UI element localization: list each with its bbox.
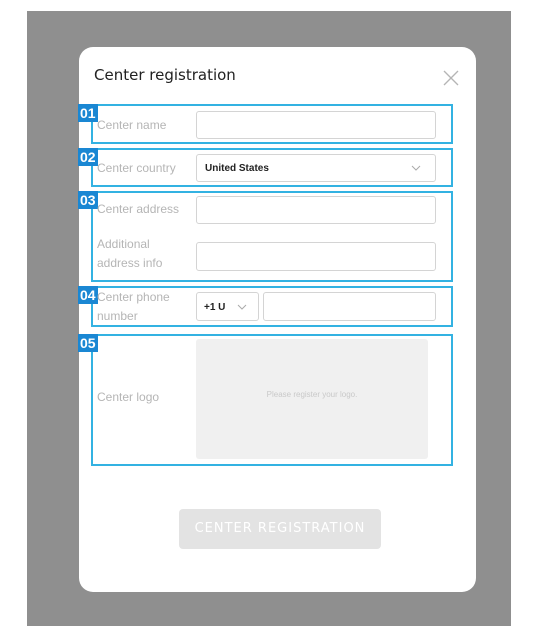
center-address-label: Center address [97,202,180,216]
center-address-input[interactable] [196,196,436,224]
center-phone-label: Center phone number [97,290,170,323]
selected-country: United States [205,163,269,174]
center-logo-label: Center logo [97,390,160,404]
chevron-down-icon [237,304,247,310]
logo-upload-area[interactable]: Please register your logo. [196,339,428,459]
additional-address-input[interactable] [196,242,436,271]
additional-address-label: Additional address info [97,237,163,270]
center-registration-button[interactable]: CENTER REGISTRATION [179,509,381,549]
country-code-select[interactable]: +1 U [196,292,259,321]
chevron-down-icon [411,165,421,171]
center-name-label: Center name [97,118,167,132]
country-code-value: +1 U [204,302,226,313]
section-center-country: 02 Center country United States [78,148,453,187]
section-center-name: 01 Center name [78,104,453,144]
close-icon[interactable] [441,68,461,88]
dialog-title: Center registration [94,66,236,84]
section-center-address: 03 Center address Additional address inf… [78,191,453,282]
section-center-logo: 05 Center logo Please register your logo… [78,334,453,466]
phone-number-input[interactable] [263,292,436,321]
section-badge: 05 [78,334,98,352]
center-name-input[interactable] [196,111,436,139]
section-badge: 04 [78,286,98,304]
section-badge: 03 [78,191,98,209]
center-country-select[interactable]: United States [196,154,436,182]
center-country-label: Center country [97,161,176,175]
section-badge: 02 [78,148,98,166]
section-center-phone: 04 Center phone number +1 U [78,286,453,327]
section-badge: 01 [78,104,98,122]
logo-placeholder-text: Please register your logo. [266,390,358,399]
center-registration-dialog: Center registration 01 Center name 02 Ce… [78,47,476,592]
